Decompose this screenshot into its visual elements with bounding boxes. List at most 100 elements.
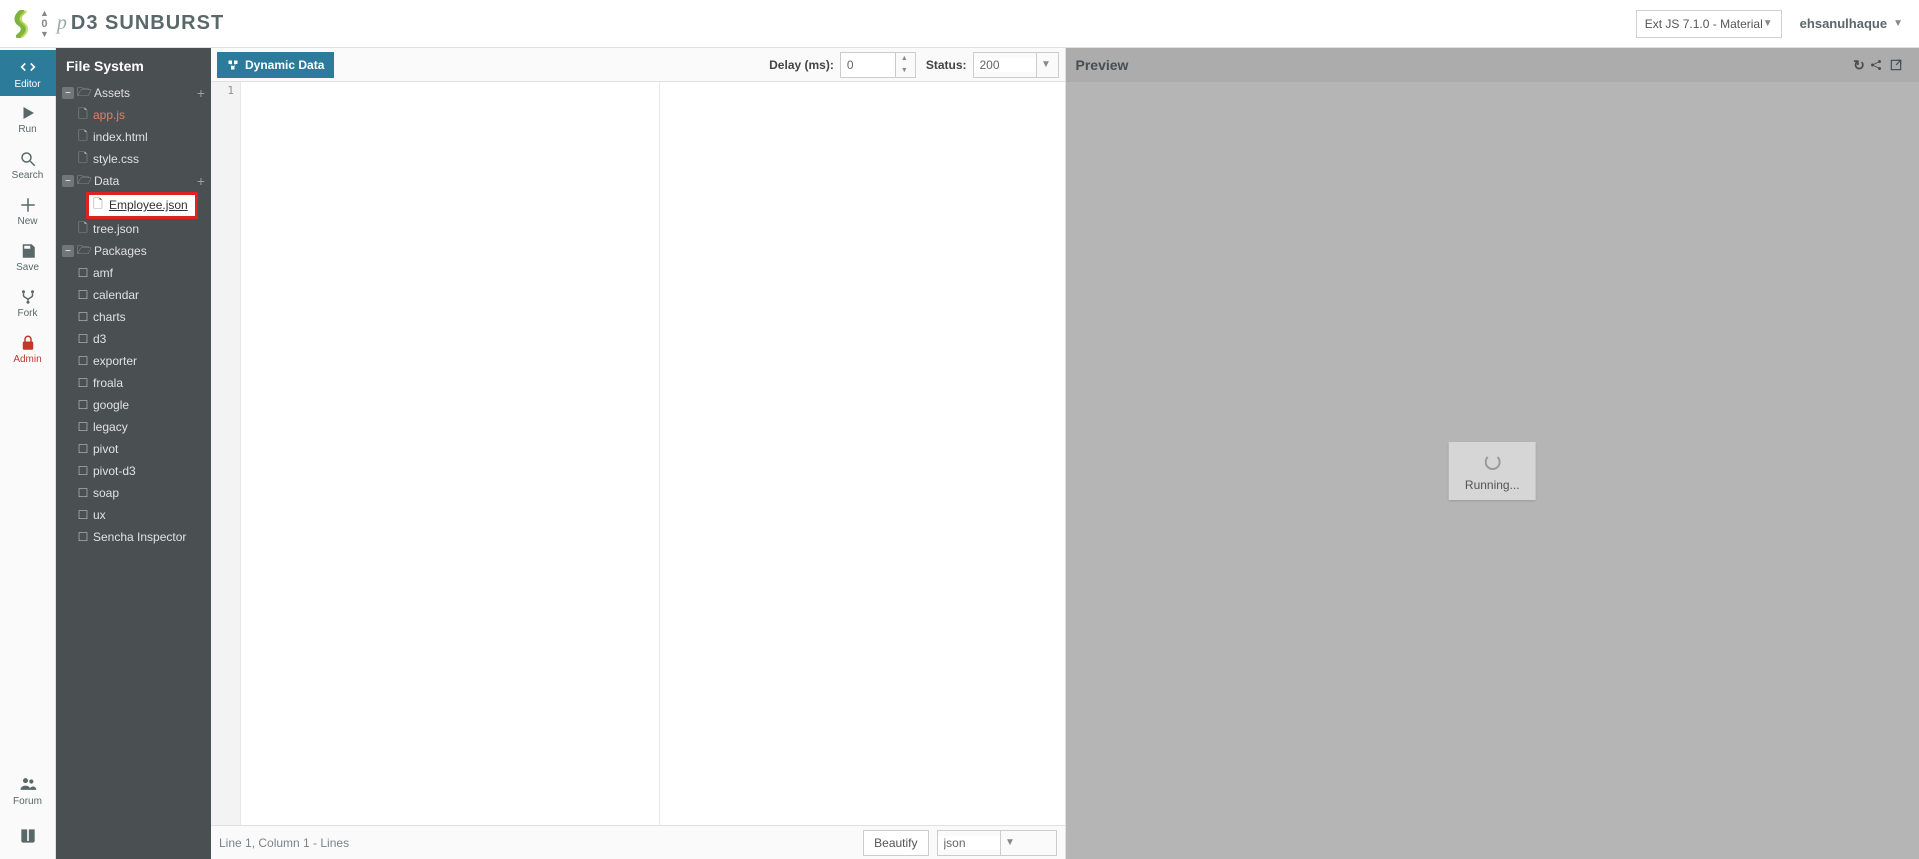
package-ux[interactable]: ☐ux	[56, 504, 211, 526]
file-tree: − 🗁 Assets + 🗋 app.js 🗋 index.html 🗋 sty…	[56, 82, 211, 859]
status-field[interactable]	[974, 58, 1036, 72]
editor-statusbar: Line 1, Column 1 - Lines Beautify ▼	[211, 825, 1065, 859]
file-icon: 🗋	[76, 127, 90, 148]
reload-icon[interactable]: ↻	[1849, 57, 1869, 74]
delay-field[interactable]	[841, 53, 895, 77]
language-field[interactable]	[938, 836, 1000, 850]
line-number: 1	[211, 84, 234, 97]
title-block: p D3 SUNBURST	[57, 12, 224, 35]
filename-input[interactable]	[109, 198, 193, 212]
status-select[interactable]: ▼	[973, 52, 1059, 78]
framework-select[interactable]: Ext JS 7.1.0 - Material ▼	[1636, 10, 1782, 38]
file-index-html[interactable]: 🗋 index.html	[56, 126, 211, 148]
checkbox-icon[interactable]: ☐	[76, 376, 90, 390]
folder-packages[interactable]: − 🗁 Packages	[56, 240, 211, 262]
dynamic-data-tab[interactable]: Dynamic Data	[217, 52, 334, 78]
file-icon: 🗋	[76, 149, 90, 170]
checkbox-icon[interactable]: ☐	[76, 442, 90, 456]
share-icon[interactable]	[1869, 58, 1889, 72]
checkbox-icon[interactable]: ☐	[76, 486, 90, 500]
save-button[interactable]: Save	[0, 234, 56, 280]
chevron-down-icon: ▼	[1763, 18, 1773, 29]
package-d3[interactable]: ☐d3	[56, 328, 211, 350]
checkbox-icon[interactable]: ☐	[76, 354, 90, 368]
checkbox-icon[interactable]: ☐	[76, 420, 90, 434]
user-menu[interactable]: ehsanulhaque ▼	[1800, 16, 1903, 31]
sencha-inspector[interactable]: ☐ Sencha Inspector	[56, 526, 211, 548]
search-button[interactable]: Search	[0, 142, 56, 188]
checkbox-icon[interactable]: ☐	[76, 310, 90, 324]
spinner-icon	[1484, 454, 1500, 470]
loading-text: Running...	[1465, 478, 1520, 492]
forum-button[interactable]: Forum	[0, 767, 56, 813]
framework-select-value: Ext JS 7.1.0 - Material	[1645, 17, 1763, 31]
lock-icon	[19, 334, 37, 352]
checkbox-icon[interactable]: ☐	[76, 530, 90, 544]
preview-header: Preview ↻	[1066, 48, 1919, 82]
fork-indicator-icon: p	[57, 12, 67, 35]
new-button[interactable]: New	[0, 188, 56, 234]
preview-panel: Preview ↻ Running...	[1066, 48, 1919, 859]
plus-icon[interactable]: +	[197, 173, 205, 189]
save-icon	[19, 242, 37, 260]
plus-icon	[19, 196, 37, 214]
app-header: ▲ 0 ▼ p D3 SUNBURST Ext JS 7.1.0 - Mater…	[0, 0, 1919, 48]
checkbox-icon[interactable]: ☐	[76, 464, 90, 478]
checkbox-icon[interactable]: ☐	[76, 288, 90, 302]
collapse-icon[interactable]: −	[62, 175, 74, 187]
play-icon	[19, 104, 37, 122]
checkbox-icon[interactable]: ☐	[76, 332, 90, 346]
popout-icon[interactable]	[1889, 58, 1909, 72]
folder-data[interactable]: − 🗁 Data +	[56, 170, 211, 192]
cursor-status: Line 1, Column 1 - Lines	[219, 836, 349, 850]
file-style-css[interactable]: 🗋 style.css	[56, 148, 211, 170]
file-icon: 🗋	[76, 105, 90, 126]
sencha-logo-icon	[8, 10, 36, 38]
plus-icon[interactable]: +	[197, 85, 205, 101]
package-soap[interactable]: ☐soap	[56, 482, 211, 504]
package-calendar[interactable]: ☐calendar	[56, 284, 211, 306]
package-charts[interactable]: ☐charts	[56, 306, 211, 328]
file-app-js[interactable]: 🗋 app.js	[56, 104, 211, 126]
package-amf[interactable]: ☐amf	[56, 262, 211, 284]
collapse-icon[interactable]: −	[62, 87, 74, 99]
code-body[interactable]	[241, 82, 1065, 825]
spinner-up-icon[interactable]: ▲	[896, 53, 913, 65]
vote-down-icon[interactable]: ▼	[40, 30, 49, 39]
checkbox-icon[interactable]: ☐	[76, 266, 90, 280]
delay-input[interactable]: ▲▼	[840, 52, 916, 78]
fiddle-title[interactable]: D3 SUNBURST	[71, 12, 224, 35]
language-select[interactable]: ▼	[937, 830, 1057, 856]
package-exporter[interactable]: ☐exporter	[56, 350, 211, 372]
package-froala[interactable]: ☐froala	[56, 372, 211, 394]
collapse-icon[interactable]: −	[62, 245, 74, 257]
code-editor[interactable]: 1	[211, 82, 1065, 825]
docs-button[interactable]	[0, 813, 56, 859]
file-icon: 🗋	[91, 195, 105, 216]
file-employee-json-editing[interactable]: 🗋	[56, 192, 211, 218]
admin-button[interactable]: Admin	[0, 326, 56, 372]
chevron-down-icon: ▼	[1036, 53, 1056, 77]
delay-label: Delay (ms):	[769, 58, 834, 72]
chevron-down-icon: ▼	[1893, 18, 1903, 29]
checkbox-icon[interactable]: ☐	[76, 398, 90, 412]
username-label: ehsanulhaque	[1800, 16, 1887, 31]
left-toolbar: Editor Run Search New Save	[0, 48, 56, 859]
folder-assets[interactable]: − 🗁 Assets +	[56, 82, 211, 104]
line-gutter: 1	[211, 82, 241, 825]
chevron-down-icon: ▼	[1000, 831, 1020, 855]
fork-button[interactable]: Fork	[0, 280, 56, 326]
vote-count: 0	[41, 18, 47, 30]
file-tree-json[interactable]: 🗋 tree.json	[56, 218, 211, 240]
editor-button[interactable]: Editor	[0, 50, 56, 96]
package-pivot[interactable]: ☐pivot	[56, 438, 211, 460]
vote-up-icon[interactable]: ▲	[40, 9, 49, 18]
beautify-button[interactable]: Beautify	[863, 830, 928, 856]
preview-title: Preview	[1076, 57, 1129, 73]
run-button[interactable]: Run	[0, 96, 56, 142]
package-legacy[interactable]: ☐legacy	[56, 416, 211, 438]
package-google[interactable]: ☐google	[56, 394, 211, 416]
checkbox-icon[interactable]: ☐	[76, 508, 90, 522]
package-pivot-d3[interactable]: ☐pivot-d3	[56, 460, 211, 482]
spinner-down-icon[interactable]: ▼	[896, 65, 913, 77]
